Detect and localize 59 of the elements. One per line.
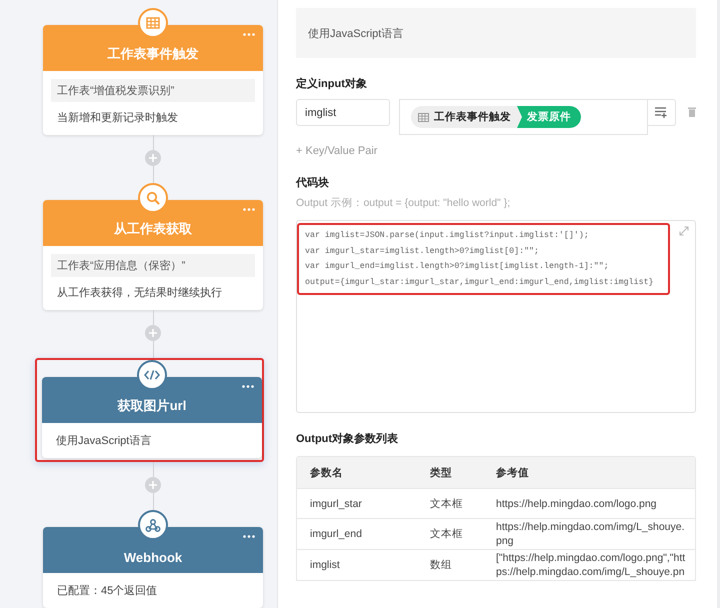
code-editor[interactable]: [296, 220, 696, 413]
more-icon[interactable]: [243, 33, 255, 36]
add-step-button[interactable]: [145, 325, 161, 341]
key-input[interactable]: imglist: [296, 99, 390, 126]
table-cell-text: 文本框: [429, 527, 464, 542]
node-title: 从工作表获取: [114, 220, 192, 238]
add-step-button[interactable]: [145, 150, 161, 166]
node-title: 工作表事件触发: [108, 45, 198, 63]
node-description: 当新增和更新记录时触发: [56, 110, 179, 125]
table-icon: [418, 112, 429, 122]
node-title: Webhook: [124, 550, 182, 565]
list-add-icon: [654, 107, 668, 118]
table-icon: [146, 17, 160, 29]
table-cell-text: https://help.mingdao.com/img/L_shouye.png: [495, 520, 686, 549]
more-icon[interactable]: [242, 385, 254, 388]
plus-icon: [149, 481, 157, 489]
table-cell-text: 数组: [429, 558, 453, 573]
code-line: var imglist=JSON.parse(input.imglist?input.imglist:'[]');: [305, 230, 590, 242]
code-line: var imgurl_end=imglist.length>0?imglist[imglist.length-1]:"";: [305, 261, 610, 273]
table-cell-text: imglist: [309, 558, 341, 573]
node-title: 获取图片url: [118, 397, 186, 415]
node-target: 工作表“应用信息（保密）”: [51, 254, 255, 277]
code-line: output={imgurl_star:imgurl_star,imgurl_end:imgurl_end,imglist:imglist}: [305, 276, 655, 288]
more-icon[interactable]: [243, 208, 255, 211]
insert-field-button[interactable]: [648, 99, 676, 126]
table-cell-text: imgurl_end: [309, 527, 363, 542]
section-title: Output对象参数列表: [296, 432, 400, 446]
section-title: 代码块: [296, 176, 330, 190]
table-cell-text: imgurl_star: [309, 496, 363, 512]
table-cell-text: https://help.mingdao.com/logo.png: [495, 496, 658, 512]
node-description: 从工作表获得，无结果时继续执行: [56, 286, 223, 300]
flow-node-card[interactable]: 从工作表获取 工作表“应用信息（保密）” 从工作表获得，无结果时继续执行: [43, 200, 263, 310]
section-title: 定义input对象: [296, 76, 368, 91]
more-icon[interactable]: [243, 535, 255, 538]
column-header: 参数名: [309, 466, 344, 480]
search-icon: [146, 191, 160, 205]
table-cell-text: ["https://help.mingdao.com/logo.png","https://help.mingdao.com/img/L_shouye.pn: [495, 551, 686, 580]
flow-node-card[interactable]: 获取图片url 使用JavaScript语言: [42, 377, 262, 458]
column-header: 参考值: [495, 466, 530, 480]
flow-node-card[interactable]: Webhook 已配置：45个返回值: [43, 527, 263, 608]
node-description: 已配置：45个返回值: [56, 584, 158, 598]
code-line: var imgurl_star=imglist.length>0?imglist[0]:"";: [305, 246, 540, 258]
value-field[interactable]: 工作表事件触发 发票原件: [399, 99, 648, 135]
node-description: 使用JavaScript语言: [55, 434, 152, 448]
column-header: 类型: [429, 466, 453, 480]
plus-icon: [149, 154, 157, 162]
code-icon: [144, 370, 160, 380]
flow-node-card[interactable]: 工作表事件触发 工作表“增值税发票识别” 当新增和更新记录时触发: [43, 25, 263, 135]
table-cell-text: 文本框: [429, 496, 464, 512]
hint-text: Output 示例：output = {output: "hello world" };: [296, 196, 512, 210]
node-target: 工作表“增值税发票识别”: [51, 79, 255, 102]
plus-icon: [149, 329, 157, 337]
source-name: 工作表事件触发: [434, 110, 511, 124]
expand-icon[interactable]: [679, 226, 689, 236]
trash-icon[interactable]: [688, 107, 696, 117]
add-step-button[interactable]: [145, 477, 161, 493]
webhook-icon: [145, 518, 161, 532]
field-name: 发票原件: [517, 106, 581, 128]
description-field[interactable]: 使用JavaScript语言: [296, 8, 696, 58]
